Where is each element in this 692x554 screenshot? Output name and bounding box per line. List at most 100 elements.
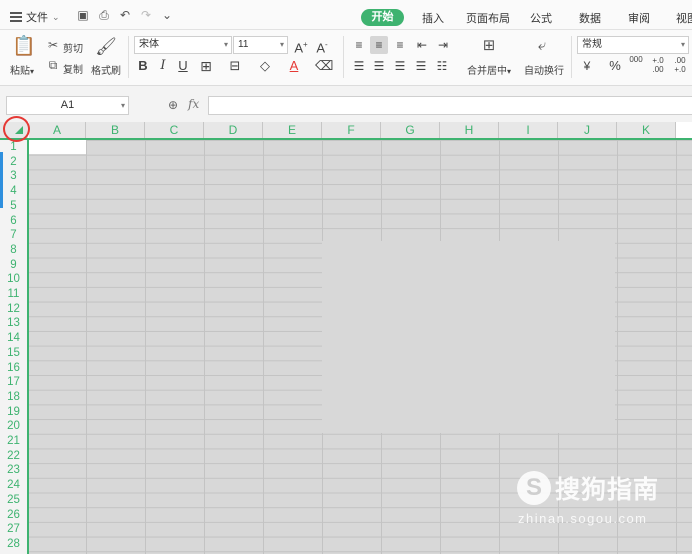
print-icon[interactable]: ⎙ [97, 8, 111, 22]
zoom-icon[interactable]: ⊕ [166, 98, 180, 112]
distributed-icon[interactable]: ☷ [433, 57, 451, 75]
tab-data[interactable]: 数据 [579, 10, 601, 26]
increase-indent-icon[interactable]: ⇥ [434, 36, 452, 54]
name-box[interactable]: A1 ▾ [6, 96, 129, 115]
row-header-18[interactable]: 18 [0, 390, 27, 405]
row-header-25[interactable]: 25 [0, 493, 27, 508]
row-header-9[interactable]: 9 [0, 258, 27, 273]
tab-page-layout[interactable]: 页面布局 [466, 10, 510, 26]
row-header-19[interactable]: 19 [0, 405, 27, 420]
underline-icon[interactable]: U [174, 57, 192, 75]
column-header-a[interactable]: A [29, 122, 86, 138]
font-name-select[interactable]: 宋体 ▾ [134, 36, 232, 54]
row-header-8[interactable]: 8 [0, 243, 27, 258]
active-cell-a1[interactable] [29, 140, 86, 154]
merge-center-icon[interactable]: ⊞ [479, 37, 499, 55]
row-header-14[interactable]: 14 [0, 331, 27, 346]
column-header-g[interactable]: G [381, 122, 440, 138]
row-header-6[interactable]: 6 [0, 214, 27, 229]
align-top-icon[interactable]: ≡ [350, 36, 368, 54]
column-header-e[interactable]: E [263, 122, 322, 138]
row-header-26[interactable]: 26 [0, 508, 27, 523]
merge-center-button[interactable]: 合并居中▾ [467, 62, 511, 77]
row-header-1[interactable]: 1 [0, 140, 27, 155]
customize-toolbar-icon[interactable]: ⌄ [160, 8, 174, 22]
row-header-11[interactable]: 11 [0, 287, 27, 302]
currency-icon[interactable]: ¥ [578, 57, 596, 75]
tab-insert[interactable]: 插入 [422, 10, 444, 26]
column-header-h[interactable]: H [440, 122, 499, 138]
align-middle-icon[interactable]: ≡ [370, 36, 388, 54]
column-gridline [263, 140, 264, 554]
increase-decimal-icon[interactable]: +.0 .00 [649, 56, 667, 74]
row-header-3[interactable]: 3 [0, 169, 27, 184]
row-header-5[interactable]: 5 [0, 199, 27, 214]
row-header-10[interactable]: 10 [0, 272, 27, 287]
column-header-j[interactable]: J [558, 122, 617, 138]
row-header-24[interactable]: 24 [0, 478, 27, 493]
row-header-21[interactable]: 21 [0, 434, 27, 449]
increase-font-icon[interactable]: A+ [292, 36, 310, 55]
column-header-c[interactable]: C [145, 122, 204, 138]
row-header-22[interactable]: 22 [0, 449, 27, 464]
paint-bucket-icon[interactable]: ◇ [256, 57, 274, 75]
decrease-indent-icon[interactable]: ⇤ [413, 36, 431, 54]
font-size-select[interactable]: 11 ▾ [233, 36, 288, 54]
fx-icon[interactable]: fx [188, 97, 199, 111]
row-header-23[interactable]: 23 [0, 463, 27, 478]
formula-input[interactable] [208, 96, 692, 115]
font-color-icon[interactable]: A [285, 57, 303, 75]
justify-icon[interactable]: ☰ [412, 57, 430, 75]
copy-button[interactable]: 复制 [63, 61, 83, 76]
align-center-icon[interactable]: ☰ [370, 57, 388, 75]
align-left-icon[interactable]: ☰ [350, 57, 368, 75]
decrease-decimal-icon[interactable]: .00 +.0 [671, 56, 689, 74]
format-painter-button[interactable]: 格式刷 [91, 62, 121, 77]
align-right-icon[interactable]: ☰ [391, 57, 409, 75]
tab-review[interactable]: 审阅 [628, 10, 650, 26]
paste-button[interactable]: 粘贴▾ [10, 62, 34, 77]
thousands-separator-icon[interactable]: 000 [627, 55, 645, 73]
row-header-15[interactable]: 15 [0, 346, 27, 361]
redo-icon[interactable]: ↷ [139, 8, 153, 22]
bold-icon[interactable]: B [134, 57, 152, 75]
align-bottom-icon[interactable]: ≡ [391, 36, 409, 54]
row-header-16[interactable]: 16 [0, 361, 27, 376]
row-header-20[interactable]: 20 [0, 419, 27, 434]
row-header-4[interactable]: 4 [0, 184, 27, 199]
decrease-font-icon[interactable]: A- [313, 36, 331, 55]
row-header-27[interactable]: 27 [0, 522, 27, 537]
percent-icon[interactable]: % [606, 57, 624, 75]
paste-icon[interactable]: 📋 [12, 36, 36, 58]
fill-color-icon[interactable]: ⊟ [226, 57, 244, 75]
cut-icon[interactable]: ✂ [46, 38, 60, 52]
column-header-f[interactable]: F [322, 122, 381, 138]
column-header-i[interactable]: I [499, 122, 558, 138]
row-header-17[interactable]: 17 [0, 375, 27, 390]
border-icon[interactable]: ⊞ [197, 57, 215, 75]
file-menu[interactable]: 文件 ⌄ [10, 9, 60, 25]
column-header-d[interactable]: D [204, 122, 263, 138]
cut-button[interactable]: 剪切 [63, 40, 83, 55]
tab-formulas[interactable]: 公式 [530, 10, 552, 26]
wrap-text-icon[interactable]: ⤶ [532, 37, 552, 55]
undo-icon[interactable]: ↶ [118, 8, 132, 22]
cell-grid-merged-area[interactable] [322, 241, 615, 433]
row-header-7[interactable]: 7 [0, 228, 27, 243]
save-icon[interactable]: ▣ [76, 8, 90, 22]
copy-icon[interactable]: ⧉ [46, 58, 60, 72]
column-header-k[interactable]: K [617, 122, 676, 138]
number-format-select[interactable]: 常规 ▾ [577, 36, 689, 54]
eraser-icon[interactable]: ⌫ [315, 57, 333, 75]
row-header-28[interactable]: 28 [0, 537, 27, 552]
tab-view[interactable]: 视图 [676, 10, 692, 26]
format-painter-icon[interactable]: 🖌 [95, 36, 117, 58]
column-header-b[interactable]: B [86, 122, 145, 138]
italic-icon[interactable]: I [154, 57, 172, 75]
tab-home[interactable]: 开始 [361, 9, 404, 26]
chevron-down-icon: ⌄ [52, 11, 60, 22]
row-header-13[interactable]: 13 [0, 316, 27, 331]
row-header-2[interactable]: 2 [0, 155, 27, 170]
wrap-text-button[interactable]: 自动换行 [524, 62, 564, 77]
row-header-12[interactable]: 12 [0, 302, 27, 317]
